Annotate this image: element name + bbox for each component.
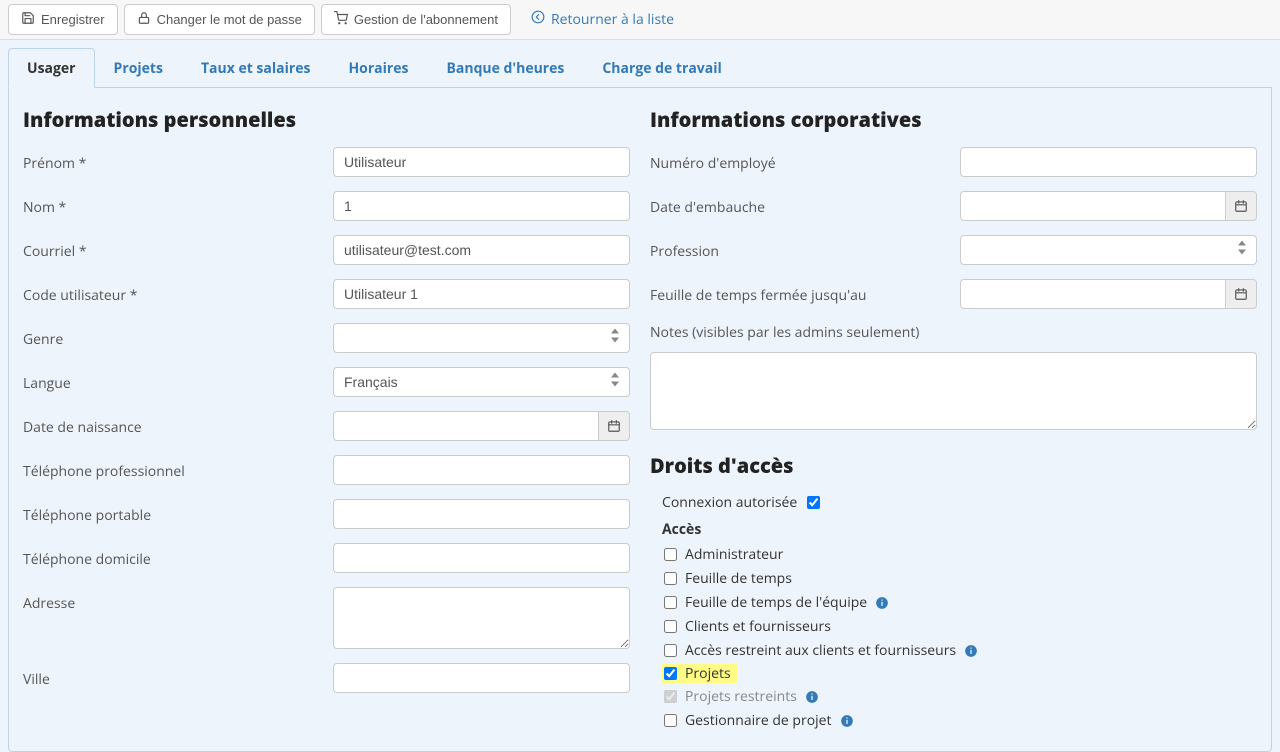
firstname-input[interactable] [333,147,630,177]
hire-date-label: Date d'embauche [650,191,960,217]
birthdate-label: Date de naissance [23,411,333,437]
city-input[interactable] [333,663,630,693]
access-checkbox[interactable] [664,644,677,657]
section-access-title: Droits d'accès [650,452,1257,479]
access-item-label: Feuille de temps [685,569,792,588]
notes-input[interactable] [650,352,1257,430]
usercode-label: Code utilisateur * [23,279,333,305]
email-input[interactable] [333,235,630,265]
access-item-label: Feuille de temps de l'équipe [685,593,867,612]
tab-timebank[interactable]: Banque d'heures [428,48,584,88]
col-corporate: Informations corporatives Numéro d'emplo… [650,100,1257,733]
access-item-label: Clients et fournisseurs [685,617,831,636]
access-item: Projets [662,664,737,683]
access-item: Projets restreints [662,685,1257,709]
access-item-label: Accès restreint aux clients et fournisse… [685,641,956,660]
save-button[interactable]: Enregistrer [8,4,118,35]
tab-user[interactable]: Usager [8,48,95,88]
access-item: Administrateur [662,543,1257,567]
tab-projects[interactable]: Projets [95,48,182,88]
lastname-input[interactable] [333,191,630,221]
lastname-label: Nom * [23,191,333,217]
access-checkbox[interactable] [664,572,677,585]
phone-home-input[interactable] [333,543,630,573]
info-icon[interactable] [840,714,854,728]
language-select[interactable] [333,367,630,397]
info-icon[interactable] [805,690,819,704]
section-personal-title: Informations personnelles [23,106,630,133]
phone-home-label: Téléphone domicile [23,543,333,569]
access-checkbox[interactable] [664,548,677,561]
save-label: Enregistrer [41,12,105,27]
login-allowed-label: Connexion autorisée [662,493,797,512]
cart-icon [334,11,348,28]
access-checkbox[interactable] [664,620,677,633]
access-item: Accès restreint aux clients et fournisse… [662,639,1257,663]
access-item-label: Projets restreints [685,687,797,706]
access-checkbox[interactable] [664,714,677,727]
ts-closed-input[interactable] [960,279,1225,309]
language-label: Langue [23,367,333,393]
subscription-label: Gestion de l'abonnement [354,12,498,27]
info-icon[interactable] [875,596,889,610]
tab-workload[interactable]: Charge de travail [583,48,740,88]
access-checkbox[interactable] [664,596,677,609]
section-corporate-title: Informations corporatives [650,106,1257,133]
phone-mobile-label: Téléphone portable [23,499,333,525]
col-personal: Informations personnelles Prénom * Nom *… [23,100,630,733]
save-icon [21,11,35,28]
profession-select[interactable] [960,235,1257,265]
change-password-label: Changer le mot de passe [157,12,302,27]
calendar-icon[interactable] [1225,191,1257,221]
info-icon[interactable] [964,644,978,658]
access-sub-head: Accès [662,520,1257,539]
phone-work-label: Téléphone professionnel [23,455,333,481]
access-checkbox [664,690,677,703]
hire-date-input[interactable] [960,191,1225,221]
gender-select[interactable] [333,323,630,353]
access-item: Feuille de temps [662,567,1257,591]
tab-rates[interactable]: Taux et salaires [182,48,329,88]
gender-label: Genre [23,323,333,349]
calendar-icon[interactable] [598,411,630,441]
phone-mobile-input[interactable] [333,499,630,529]
tabs: Usager Projets Taux et salaires Horaires… [8,48,1272,88]
phone-work-input[interactable] [333,455,630,485]
access-item: Feuille de temps de l'équipe [662,591,1257,615]
return-link[interactable]: Retourner à la liste [531,10,674,29]
ts-closed-label: Feuille de temps fermée jusqu'au [650,279,960,305]
subscription-button[interactable]: Gestion de l'abonnement [321,4,511,35]
address-input[interactable] [333,587,630,649]
change-password-button[interactable]: Changer le mot de passe [124,4,315,35]
firstname-label: Prénom * [23,147,333,173]
tab-schedules[interactable]: Horaires [329,48,427,88]
city-label: Ville [23,663,333,689]
lock-icon [137,11,151,28]
calendar-icon[interactable] [1225,279,1257,309]
access-item-label: Projets [685,664,731,683]
birthdate-input[interactable] [333,411,598,441]
access-item-label: Administrateur [685,545,783,564]
employee-no-input[interactable] [960,147,1257,177]
employee-no-label: Numéro d'employé [650,147,960,173]
usercode-input[interactable] [333,279,630,309]
access-item-label: Gestionnaire de projet [685,711,832,730]
profession-label: Profession [650,235,960,261]
access-item: Clients et fournisseurs [662,615,1257,639]
login-allowed-checkbox[interactable] [807,496,820,509]
notes-label: Notes (visibles par les admins seulement… [650,323,1257,342]
return-label: Retourner à la liste [551,10,674,29]
address-label: Adresse [23,587,333,613]
access-checkbox[interactable] [664,667,677,680]
arrow-left-icon [531,10,545,29]
toolbar: Enregistrer Changer le mot de passe Gest… [0,0,1280,40]
email-label: Courriel * [23,235,333,261]
access-item: Gestionnaire de projet [662,709,1257,733]
